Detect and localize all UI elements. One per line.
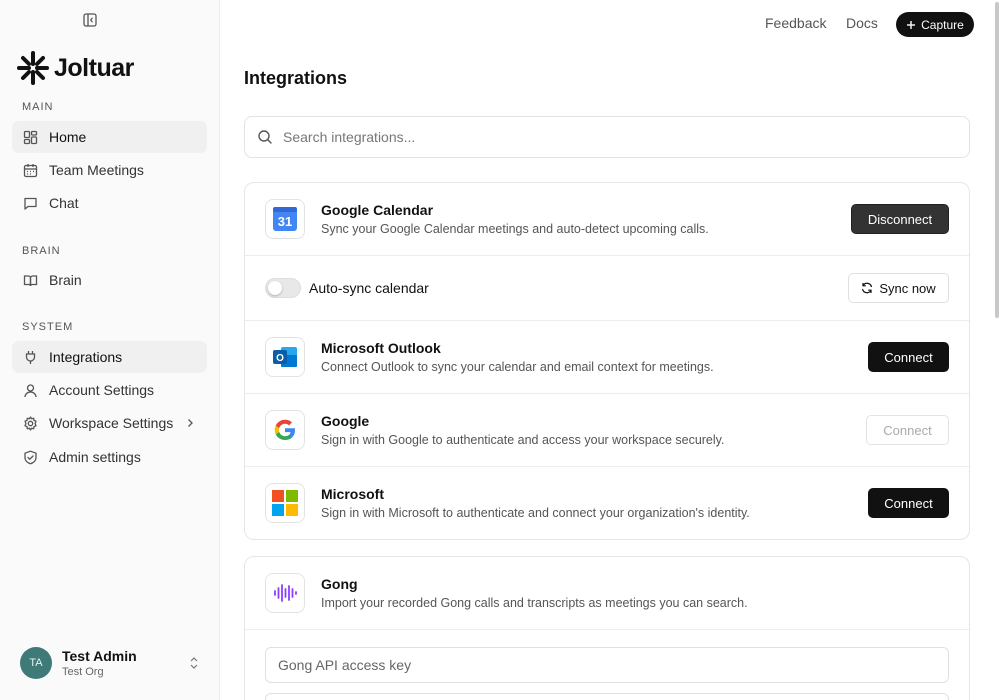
integration-description: Sign in with Microsoft to authenticate a… <box>321 506 750 520</box>
auto-sync-toggle[interactable] <box>265 278 301 298</box>
section-label-brain: BRAIN <box>22 245 61 257</box>
google-calendar-icon-text: 31 <box>278 214 292 229</box>
integration-name: Gong <box>321 576 358 592</box>
microsoft-icon <box>265 483 305 523</box>
integration-name: Google <box>321 413 370 429</box>
scrollbar-thumb[interactable] <box>995 2 999 318</box>
search-icon <box>257 129 273 145</box>
connect-google-button[interactable]: Connect <box>866 415 949 445</box>
sidebar-item-label: Admin settings <box>49 449 141 465</box>
grid-icon <box>22 129 38 145</box>
sidebar-item-label: Team Meetings <box>49 162 144 178</box>
sidebar-item-account-settings[interactable]: Account Settings <box>12 374 207 406</box>
user-icon <box>22 382 38 398</box>
integration-description: Sync your Google Calendar meetings and a… <box>321 222 709 236</box>
sidebar-item-label: Workspace Settings <box>49 415 174 431</box>
connect-microsoft-button[interactable]: Connect <box>868 488 949 518</box>
user-name: Test Admin <box>62 648 137 664</box>
sidebar-item-team-meetings[interactable]: Team Meetings <box>12 154 207 186</box>
sidebar-item-workspace-settings[interactable]: Workspace Settings <box>12 407 207 439</box>
sync-now-label: Sync now <box>879 280 936 296</box>
capture-label: Capture <box>921 17 964 32</box>
google-icon <box>265 410 305 450</box>
gong-card: Gong Import your recorded Gong calls and… <box>244 556 970 700</box>
outlook-icon: O <box>265 337 305 377</box>
connect-outlook-button[interactable]: Connect <box>868 342 949 372</box>
integration-row-google: Google Sign in with Google to authentica… <box>245 394 969 467</box>
sidebar-item-admin-settings[interactable]: Admin settings <box>12 441 207 473</box>
integration-name: Microsoft Outlook <box>321 340 441 356</box>
logo-mark-icon <box>17 51 49 85</box>
book-icon <box>22 272 38 288</box>
auto-sync-label: Auto-sync calendar <box>309 280 429 296</box>
sidebar-item-label: Account Settings <box>49 382 155 398</box>
user-info: Test Admin Test Org <box>62 648 137 678</box>
outlook-icon-text: O <box>276 353 284 364</box>
chevrons-up-down-icon <box>189 656 199 670</box>
sidebar-item-integrations[interactable]: Integrations <box>12 341 207 373</box>
avatar: TA <box>20 647 52 679</box>
integration-name: Microsoft <box>321 486 384 502</box>
gong-secondary-input[interactable] <box>265 693 949 700</box>
integration-description: Connect Outlook to sync your calendar an… <box>321 360 714 374</box>
plug-icon <box>22 349 38 365</box>
gear-icon <box>22 415 38 431</box>
sidebar-item-home[interactable]: Home <box>12 121 207 153</box>
sidebar-item-label: Chat <box>49 195 79 211</box>
sidebar: Joltuar MAIN Home Team Meetings Chat BRA… <box>0 0 220 700</box>
sidebar-item-chat[interactable]: Chat <box>12 187 207 219</box>
gong-api-key-input[interactable] <box>265 647 949 683</box>
capture-button[interactable]: Capture <box>896 12 974 37</box>
google-calendar-icon: 31 <box>265 199 305 239</box>
calendar-icon <box>22 162 38 178</box>
user-menu[interactable]: TA Test Admin Test Org <box>12 643 207 683</box>
sync-now-button[interactable]: Sync now <box>848 273 949 303</box>
sidebar-item-label: Integrations <box>49 349 123 365</box>
chat-icon <box>22 195 38 211</box>
integration-description: Sign in with Google to authenticate and … <box>321 433 725 447</box>
gong-icon <box>265 573 305 613</box>
integration-description: Import your recorded Gong calls and tran… <box>321 596 748 610</box>
shield-check-icon <box>22 449 38 465</box>
refresh-icon <box>861 282 873 294</box>
auto-sync-row: Auto-sync calendar Sync now <box>245 256 969 321</box>
sidebar-item-label: Home <box>49 129 87 145</box>
user-org: Test Org <box>62 666 104 678</box>
page-title: Integrations <box>244 68 348 88</box>
chevron-right-icon <box>185 418 195 428</box>
disconnect-google-calendar-button[interactable]: Disconnect <box>851 204 949 234</box>
plus-icon <box>906 20 916 30</box>
brand-name: Joltuar <box>54 53 134 82</box>
search-input[interactable] <box>283 129 933 145</box>
search-bar <box>244 116 970 158</box>
feedback-link[interactable]: Feedback <box>765 15 826 31</box>
sidebar-item-label: Brain <box>49 272 82 288</box>
sidebar-collapse-icon[interactable] <box>82 12 98 28</box>
sidebar-item-brain[interactable]: Brain <box>12 264 207 296</box>
integration-row-gong: Gong Import your recorded Gong calls and… <box>245 557 969 630</box>
docs-link[interactable]: Docs <box>846 15 878 31</box>
integration-row-outlook: O Microsoft Outlook Connect Outlook to s… <box>245 321 969 394</box>
integrations-card: 31 Google Calendar Sync your Google Cale… <box>244 182 970 540</box>
section-label-main: MAIN <box>22 101 54 113</box>
integration-name: Google Calendar <box>321 202 434 218</box>
section-label-system: SYSTEM <box>22 321 74 333</box>
toggle-knob <box>268 281 282 295</box>
brand-logo[interactable]: Joltuar <box>16 50 134 86</box>
scrollbar[interactable] <box>994 0 1000 320</box>
integration-row-google-calendar: 31 Google Calendar Sync your Google Cale… <box>245 183 969 256</box>
integration-row-microsoft: Microsoft Sign in with Microsoft to auth… <box>245 467 969 539</box>
